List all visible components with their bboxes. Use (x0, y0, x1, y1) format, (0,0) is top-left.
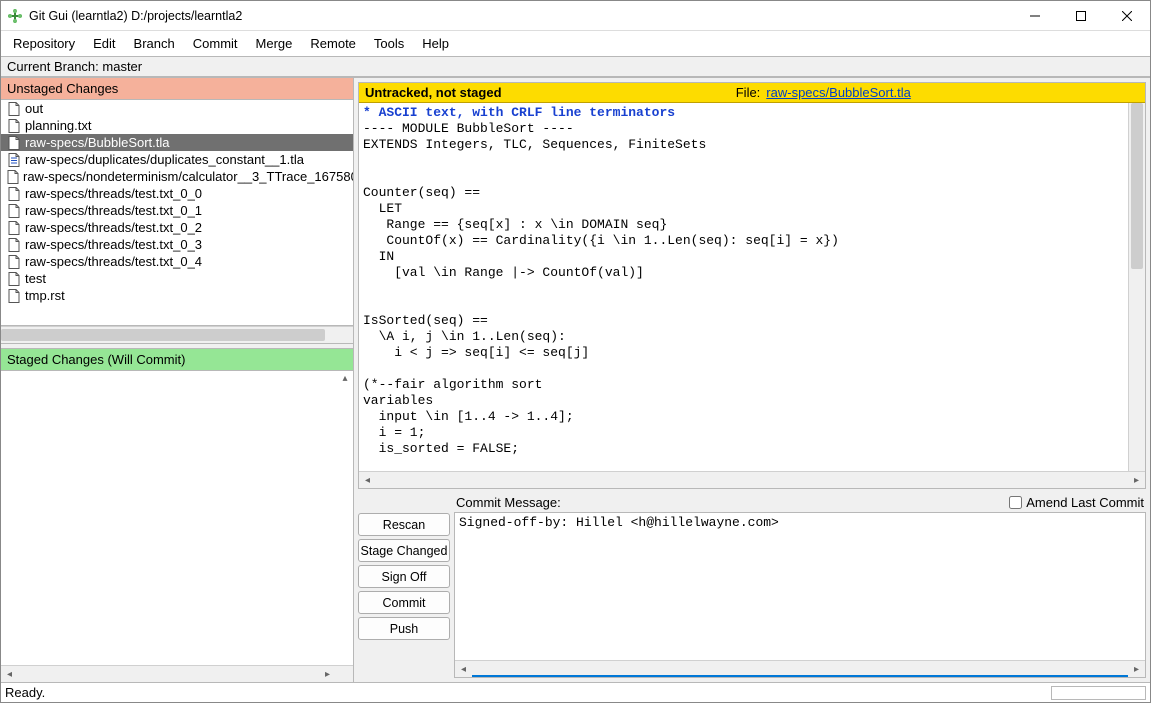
sign-off-button[interactable]: Sign Off (358, 565, 450, 588)
file-name: raw-specs/threads/test.txt_0_0 (25, 186, 202, 201)
amend-last-commit-checkbox[interactable]: Amend Last Commit (1009, 495, 1144, 510)
scroll-left-icon[interactable]: ◂ (359, 472, 376, 489)
file-name: raw-specs/nondeterminism/calculator__3_T… (23, 169, 353, 184)
file-icon (7, 187, 21, 201)
scroll-right-icon[interactable]: ▸ (1128, 472, 1145, 489)
scroll-left-icon[interactable]: ◂ (1, 666, 18, 683)
diff-pane: Untracked, not staged File: raw-specs/Bu… (358, 82, 1146, 489)
menubar: RepositoryEditBranchCommitMergeRemoteToo… (1, 31, 1150, 56)
file-name: raw-specs/threads/test.txt_0_4 (25, 254, 202, 269)
statusbar: Ready. (1, 682, 1150, 702)
unstaged-file-list[interactable]: out planning.txt raw-specs/BubbleSort.tla r… (1, 100, 353, 326)
staged-file-list[interactable]: ▴ (1, 371, 353, 665)
diff-hscrollbar[interactable]: ◂ ▸ (359, 471, 1145, 488)
file-row[interactable]: planning.txt (1, 117, 353, 134)
menu-help[interactable]: Help (414, 33, 457, 54)
menu-remote[interactable]: Remote (302, 33, 364, 54)
diff-header: Untracked, not staged File: raw-specs/Bu… (359, 83, 1145, 103)
file-icon (7, 238, 21, 252)
file-row[interactable]: tmp.rst (1, 287, 353, 304)
status-text: Ready. (5, 685, 45, 700)
maximize-button[interactable] (1058, 1, 1104, 31)
app-icon (7, 8, 23, 24)
file-icon (7, 272, 21, 286)
file-name: raw-specs/threads/test.txt_0_3 (25, 237, 202, 252)
file-row[interactable]: raw-specs/threads/test.txt_0_0 (1, 185, 353, 202)
scroll-right-icon[interactable]: ▸ (319, 666, 336, 683)
menu-edit[interactable]: Edit (85, 33, 123, 54)
minimize-button[interactable] (1012, 1, 1058, 31)
commit-msg-hscrollbar[interactable]: ◂ ▸ (455, 660, 1145, 677)
menu-tools[interactable]: Tools (366, 33, 412, 54)
file-icon (7, 255, 21, 269)
scroll-left-icon[interactable]: ◂ (455, 661, 472, 678)
current-branch-value: master (102, 59, 142, 74)
file-icon (7, 102, 21, 116)
file-icon (7, 170, 19, 184)
commit-button[interactable]: Commit (358, 591, 450, 614)
menu-merge[interactable]: Merge (248, 33, 301, 54)
diff-status: Untracked, not staged (365, 85, 502, 100)
file-name: test (25, 271, 46, 286)
scroll-right-icon[interactable]: ▸ (1128, 661, 1145, 678)
file-name: raw-specs/BubbleSort.tla (25, 135, 170, 150)
close-button[interactable] (1104, 1, 1150, 31)
file-row[interactable]: out (1, 100, 353, 117)
file-name: raw-specs/threads/test.txt_0_1 (25, 203, 202, 218)
commit-message-label: Commit Message: (456, 495, 561, 510)
staged-header: Staged Changes (Will Commit) (1, 349, 353, 371)
file-name: raw-specs/threads/test.txt_0_2 (25, 220, 202, 235)
file-row[interactable]: raw-specs/threads/test.txt_0_3 (1, 236, 353, 253)
file-icon (7, 204, 21, 218)
file-row[interactable]: raw-specs/nondeterminism/calculator__3_T… (1, 168, 353, 185)
file-row[interactable]: raw-specs/threads/test.txt_0_1 (1, 202, 353, 219)
file-row[interactable]: raw-specs/threads/test.txt_0_2 (1, 219, 353, 236)
file-name: tmp.rst (25, 288, 65, 303)
unstaged-header: Unstaged Changes (1, 78, 353, 100)
file-icon (7, 289, 21, 303)
menu-branch[interactable]: Branch (126, 33, 183, 54)
file-row[interactable]: raw-specs/threads/test.txt_0_4 (1, 253, 353, 270)
commit-message-input[interactable] (455, 513, 1145, 660)
scroll-up-icon[interactable]: ▴ (339, 373, 351, 385)
window-title: Git Gui (learntla2) D:/projects/learntla… (29, 9, 242, 23)
file-modified-icon (7, 153, 21, 167)
titlebar: Git Gui (learntla2) D:/projects/learntla… (1, 1, 1150, 31)
file-row[interactable]: test (1, 270, 353, 287)
rescan-button[interactable]: Rescan (358, 513, 450, 536)
stage-changed-button[interactable]: Stage Changed (358, 539, 450, 562)
diff-vscrollbar[interactable] (1128, 103, 1145, 471)
file-name: raw-specs/duplicates/duplicates_constant… (25, 152, 304, 167)
diff-file-link[interactable]: raw-specs/BubbleSort.tla (766, 85, 911, 100)
file-icon (7, 221, 21, 235)
push-button[interactable]: Push (358, 617, 450, 640)
amend-checkbox-input[interactable] (1009, 496, 1022, 509)
staged-hscrollbar[interactable]: ◂ ▸ (1, 665, 353, 682)
diff-meta-line: * ASCII text, with CRLF line terminators (363, 105, 1124, 121)
file-name: planning.txt (25, 118, 92, 133)
commit-area: Rescan Stage Changed Sign Off Commit Pus… (358, 493, 1146, 678)
diff-body[interactable]: * ASCII text, with CRLF line terminators… (359, 103, 1128, 471)
diff-file-label: File: (736, 85, 761, 100)
file-icon (7, 119, 21, 133)
file-icon (7, 136, 21, 150)
menu-commit[interactable]: Commit (185, 33, 246, 54)
amend-label-text: Amend Last Commit (1026, 495, 1144, 510)
current-branch-label: Current Branch: (7, 59, 99, 74)
file-name: out (25, 101, 43, 116)
current-branch-line: Current Branch: master (1, 56, 1150, 77)
menu-repository[interactable]: Repository (5, 33, 83, 54)
status-progress-box (1051, 686, 1146, 700)
commit-button-column: Rescan Stage Changed Sign Off Commit Pus… (358, 493, 450, 678)
diff-content: ---- MODULE BubbleSort ---- EXTENDS Inte… (363, 121, 1124, 457)
file-row[interactable]: raw-specs/BubbleSort.tla (1, 134, 353, 151)
file-row[interactable]: raw-specs/duplicates/duplicates_constant… (1, 151, 353, 168)
unstaged-hscrollbar[interactable] (1, 326, 353, 343)
